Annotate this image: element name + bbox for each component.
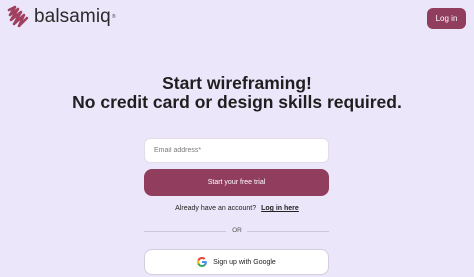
brand-logo[interactable]: balsamiq ® bbox=[5, 4, 116, 30]
google-signup-button[interactable]: Sign up with Google bbox=[144, 249, 329, 275]
google-signup-label: Sign up with Google bbox=[213, 258, 276, 266]
login-button[interactable]: Log in bbox=[427, 8, 466, 29]
brand-name: balsamiq bbox=[34, 6, 111, 27]
divider-line-right bbox=[247, 231, 329, 232]
trademark-symbol: ® bbox=[111, 14, 116, 20]
google-icon bbox=[197, 257, 207, 267]
signup-page: balsamiq ® Log in Start wireframing! No … bbox=[0, 0, 474, 277]
balsamiq-squiggle-icon bbox=[5, 4, 31, 30]
page-headline: Start wireframing! No credit card or des… bbox=[0, 74, 474, 112]
existing-account-text: Already have an account? bbox=[175, 205, 257, 212]
existing-account-prompt: Already have an account? Log in here bbox=[0, 205, 474, 212]
or-divider-label: OR bbox=[232, 227, 242, 234]
start-free-trial-button[interactable]: Start your free trial bbox=[144, 169, 329, 196]
login-here-link[interactable]: Log in here bbox=[261, 205, 299, 212]
email-field[interactable] bbox=[144, 138, 329, 163]
headline-line-2: No credit card or design skills required… bbox=[72, 92, 402, 112]
headline-line-1: Start wireframing! bbox=[162, 73, 312, 93]
